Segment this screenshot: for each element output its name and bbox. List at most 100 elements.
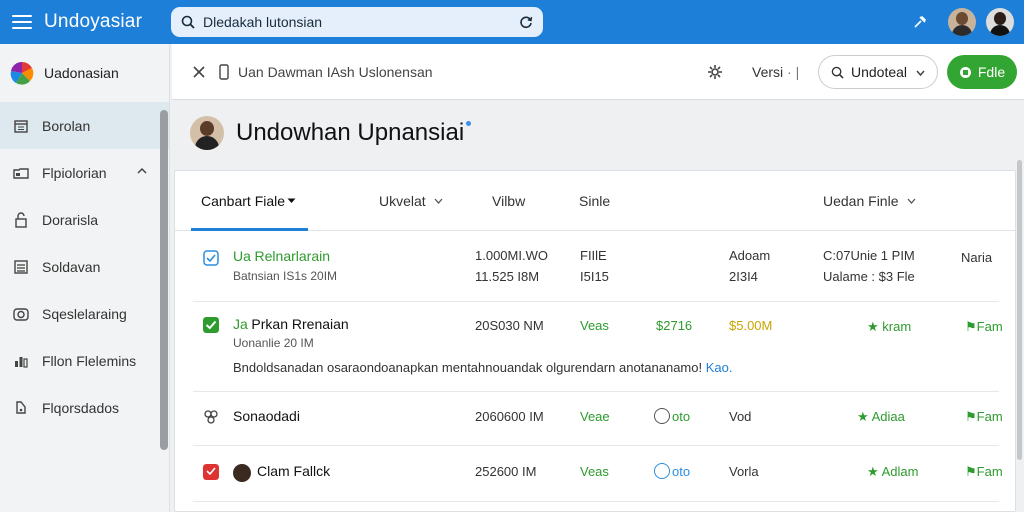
- row-action[interactable]: ⚑Fam: [965, 409, 1003, 425]
- chevron-down-icon: [916, 70, 925, 77]
- top-right-actions: [912, 0, 1024, 44]
- row-type: Veas: [580, 464, 609, 479]
- row-size: 2060600 IM: [475, 409, 544, 424]
- checkbox-icon[interactable]: [203, 250, 219, 266]
- row-action-label: Fam: [976, 319, 1003, 334]
- status-dot: [466, 120, 472, 126]
- row-size: 20S030 NM: [475, 318, 544, 333]
- row-action-label: Fam: [976, 464, 1003, 479]
- row-subtitle: Batnsian IS1s 20IM: [233, 269, 338, 283]
- chevron-up-icon[interactable]: [137, 166, 147, 176]
- row-prefix: Ja: [233, 316, 248, 332]
- sidebar-item-sqeslelaraing[interactable]: Sqeslelaraing: [0, 290, 169, 337]
- row-owner: Vod: [729, 409, 752, 424]
- search-bar[interactable]: [171, 7, 543, 37]
- page-title: Undowhan Upnansiai: [236, 119, 465, 146]
- checkbox-checked-icon[interactable]: [203, 317, 219, 333]
- tab-bar: Canbart Fiale Ukvelat Vilbw Sinle Uedan …: [175, 171, 1015, 231]
- tab-uedan-finle[interactable]: Uedan Finle: [823, 193, 916, 209]
- tab-label: Vilbw: [492, 193, 526, 209]
- row-size: 252600 IM: [475, 464, 537, 479]
- row-action[interactable]: ⚑Fam: [965, 319, 1003, 335]
- hamburger-menu-icon[interactable]: [12, 15, 32, 29]
- tab-label: Canbart Fiale: [201, 193, 286, 209]
- row-name: Prkan Rrenaian: [251, 316, 349, 332]
- sidebar-item-soldavan[interactable]: Soldavan: [0, 243, 169, 290]
- tag-icon: ⚑: [965, 464, 977, 479]
- row-amount: $5.00M: [729, 318, 773, 333]
- tab-vilbw[interactable]: Vilbw: [492, 193, 525, 209]
- sidebar-scrollbar[interactable]: [160, 110, 168, 450]
- row-type: FIIlE: [580, 248, 607, 263]
- circle-icon: [654, 408, 670, 424]
- sidebar-item-label: Soldavan: [42, 258, 101, 275]
- version-text: Versi: [752, 64, 784, 80]
- sidebar-item-label: Dorarisla: [42, 211, 99, 228]
- tab-label: Sinle: [579, 193, 611, 209]
- star-icon: ★: [857, 409, 869, 424]
- chevron-down-icon: [287, 198, 296, 203]
- version-separator: · |: [787, 64, 800, 80]
- row-action-label: Fam: [976, 409, 1003, 424]
- version-label[interactable]: Versi · |: [752, 64, 799, 80]
- file-icon: [959, 66, 971, 78]
- close-icon[interactable]: [192, 65, 206, 79]
- checkbox-flagged-icon[interactable]: [203, 464, 219, 480]
- lock-icon: [12, 211, 30, 229]
- row-subtitle: Uonanlie 20 IM: [233, 336, 314, 350]
- sidebar-item-flqorsdados[interactable]: Flqorsdados: [0, 384, 169, 431]
- table-row[interactable]: Clam Fallck 252600 IM Veas oto Vorla ★ A…: [193, 446, 1003, 502]
- star-icon: ★: [867, 319, 879, 334]
- sidebar-item-flpiolorian[interactable]: Flpiolorian: [0, 149, 169, 196]
- avatar: [190, 116, 224, 150]
- chart-icon: [12, 352, 30, 370]
- table-row[interactable]: Ua Relnarlarain Batnsian IS1s 20IM 1.000…: [193, 232, 999, 302]
- tab-label: Uedan Finle: [823, 193, 899, 209]
- search-input[interactable]: [203, 14, 503, 30]
- view-select[interactable]: Undoteal: [818, 55, 938, 89]
- brand[interactable]: Uadonasian: [0, 44, 169, 102]
- row-action[interactable]: ⚑Fam: [965, 464, 1003, 480]
- sidebar: Uadonasian Borolan Flpiolorian Dorarisla…: [0, 44, 170, 512]
- folder-icon: [12, 164, 30, 182]
- table-row[interactable]: Ja Prkan Rrenaian Uonanlie 20 IM 20S030 …: [193, 302, 1003, 392]
- sidebar-item-label: Borolan: [42, 117, 91, 134]
- tag-icon: [12, 399, 30, 417]
- settings-icon[interactable]: [707, 64, 723, 80]
- sidebar-item-fllon-flelemins[interactable]: Fllon Flelemins: [0, 337, 169, 384]
- logo-icon: [10, 61, 34, 85]
- row-badge: oto: [654, 463, 690, 479]
- circle-icon: [654, 463, 670, 479]
- user-avatar[interactable]: [948, 8, 976, 36]
- table-row[interactable]: Sonaodadi 2060600 IM Veae oto Vod ★ Adia…: [193, 392, 1003, 446]
- tab-ukvelat[interactable]: Ukvelat: [379, 193, 443, 209]
- row-note-text: Bndoldsanadan osaraondoanapkan mentahnou…: [233, 360, 703, 375]
- row-status-label: Adiaa: [871, 409, 905, 424]
- row-status: ★ Adiaa: [857, 409, 905, 425]
- tag-icon: ⚑: [965, 409, 977, 424]
- row-status: ★ Adlam: [867, 464, 918, 480]
- sidebar-item-dorarisla[interactable]: Dorarisla: [0, 196, 169, 243]
- page-header: Undowhan Upnansiai: [190, 116, 472, 150]
- row-note-link[interactable]: Kao.: [706, 360, 733, 375]
- row-name: Relnarlarain: [254, 248, 331, 264]
- refresh-icon[interactable]: [519, 15, 533, 29]
- row-type-secondary: I5I15: [580, 269, 609, 284]
- camera-icon: [12, 305, 30, 323]
- row-badge: oto: [654, 408, 690, 424]
- tab-sinle[interactable]: Sinle: [579, 193, 610, 209]
- sidebar-item-borolan[interactable]: Borolan: [0, 102, 169, 149]
- main-scrollbar[interactable]: [1017, 160, 1022, 460]
- row-status-label: Adlam: [881, 464, 919, 479]
- cube-icon: [204, 410, 218, 424]
- row-owner: Vorla: [729, 464, 759, 479]
- file-button-label: Fdle: [977, 64, 1006, 80]
- user-avatar-secondary[interactable]: [986, 8, 1014, 36]
- file-button[interactable]: Fdle: [947, 55, 1017, 89]
- tab-canbart-fiale[interactable]: Canbart Fiale: [201, 193, 296, 209]
- pin-icon[interactable]: [912, 14, 928, 30]
- search-icon: [831, 66, 844, 79]
- row-prefix: Ua: [233, 248, 251, 264]
- star-icon: ★: [867, 464, 879, 479]
- row-owner: ★ kram: [867, 319, 911, 335]
